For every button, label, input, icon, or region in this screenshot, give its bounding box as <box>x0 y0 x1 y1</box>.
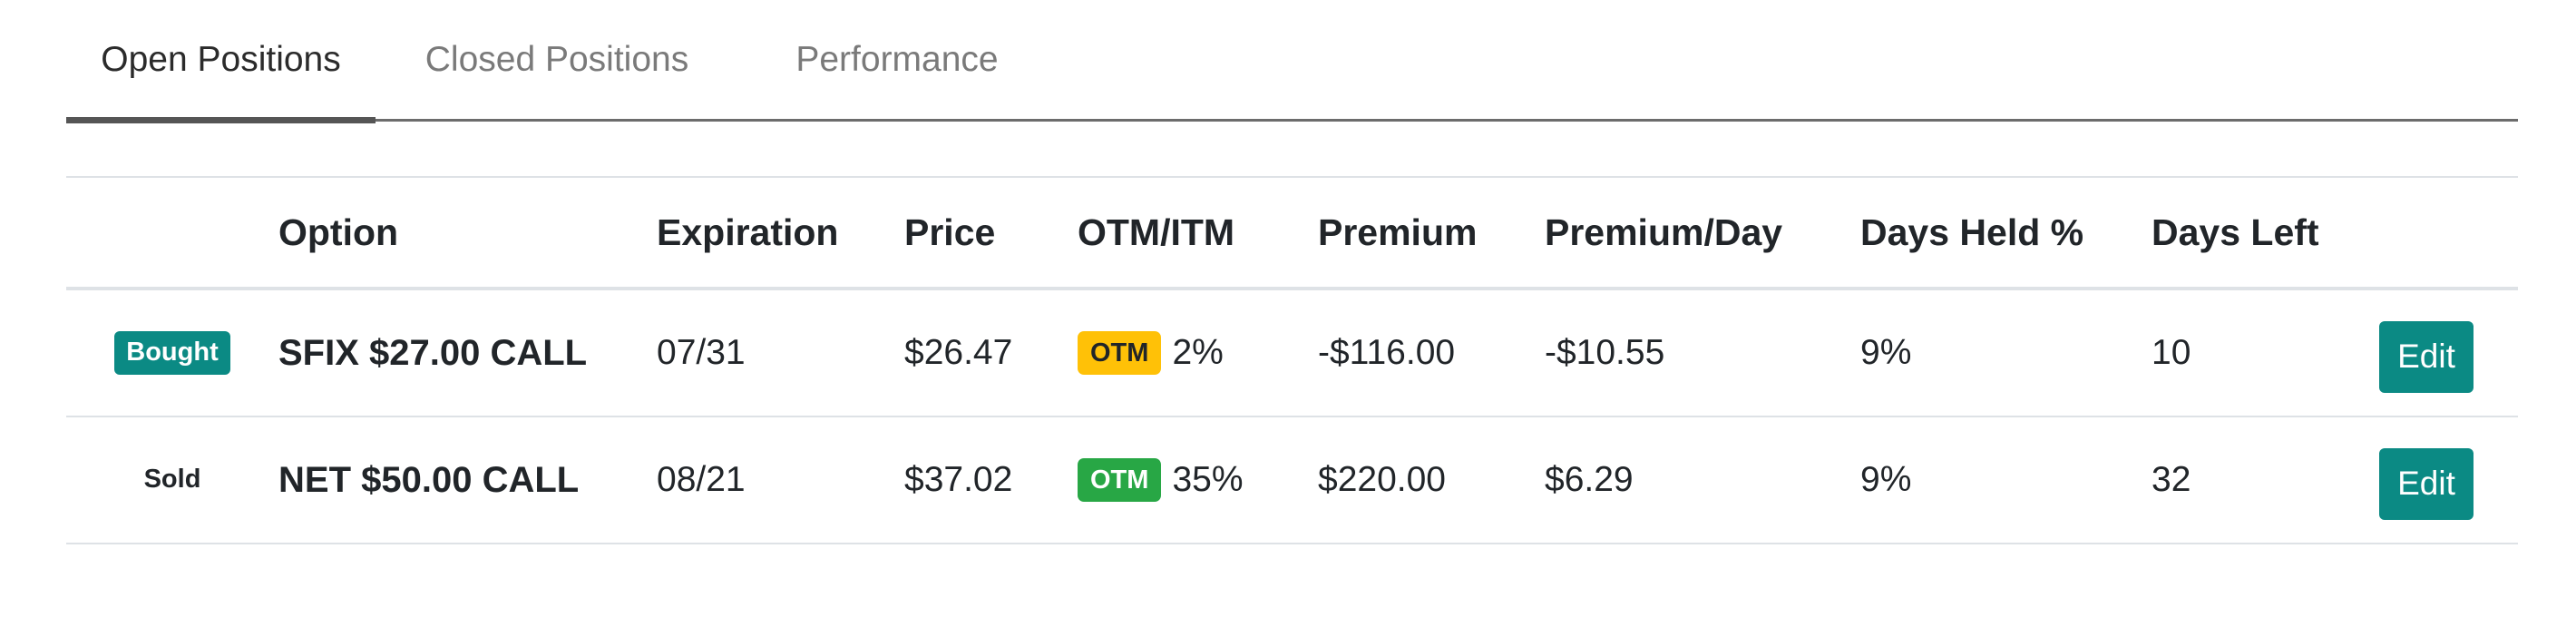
header-otm-itm: OTM/ITM <box>1078 211 1235 253</box>
days-held-pct-cell: 9% <box>1860 333 1912 372</box>
actions-cell: Edit <box>2379 417 2518 543</box>
tab-closed-positions[interactable]: Closed Positions <box>376 0 738 119</box>
price-cell: $37.02 <box>904 460 1013 499</box>
tab-performance[interactable]: Performance <box>738 0 1056 119</box>
side-cell: Bought <box>66 290 278 416</box>
days-held-pct-cell: 9% <box>1860 460 1912 499</box>
premium-per-day-cell: $6.29 <box>1545 460 1634 499</box>
header-option: Option <box>278 211 399 253</box>
moneyness-cell: OTM 2% <box>1078 290 1224 416</box>
position-tabs: Open Positions Closed Positions Performa… <box>66 0 2518 123</box>
edit-button[interactable]: Edit <box>2379 320 2474 393</box>
moneyness-badge: OTM <box>1078 458 1162 502</box>
header-side <box>66 178 278 287</box>
side-badge-sold: Sold <box>143 465 201 494</box>
premium-per-day-cell: -$10.55 <box>1545 333 1665 372</box>
option-name: NET $50.00 CALL <box>278 459 580 500</box>
header-days-left: Days Left <box>2152 211 2319 253</box>
option-cell: SFIX $27.00 CALL <box>278 290 587 416</box>
positions-table: Option Expiration Price OTM/ITM Premium … <box>66 176 2518 544</box>
price-cell: $26.47 <box>904 333 1013 372</box>
header-premium: Premium <box>1318 211 1478 253</box>
header-expiration: Expiration <box>657 211 839 253</box>
tab-open-positions[interactable]: Open Positions <box>66 0 376 123</box>
days-left-cell: 32 <box>2152 460 2191 499</box>
page: Open Positions Closed Positions Performa… <box>0 0 2576 627</box>
option-name: SFIX $27.00 CALL <box>278 332 588 373</box>
premium-cell: $220.00 <box>1318 460 1446 499</box>
side-badge-bought: Bought <box>114 331 230 375</box>
tab-closed-positions-label: Closed Positions <box>424 39 689 79</box>
header-days-held-pct: Days Held % <box>1860 211 2084 253</box>
edit-button[interactable]: Edit <box>2379 447 2474 520</box>
moneyness-percent: 2% <box>1172 333 1224 372</box>
expiration-cell: 08/21 <box>657 460 746 499</box>
table-row: Sold NET $50.00 CALL 08/21 $37.02 OTM 35… <box>66 417 2518 544</box>
header-actions <box>2379 178 2518 287</box>
active-tab-indicator <box>66 117 376 123</box>
side-cell: Sold <box>66 417 278 543</box>
table-header-row: Option Expiration Price OTM/ITM Premium … <box>66 176 2518 290</box>
table-row: Bought SFIX $27.00 CALL 07/31 $26.47 OTM… <box>66 290 2518 417</box>
moneyness-percent: 35% <box>1172 460 1244 499</box>
days-left-cell: 10 <box>2152 333 2191 372</box>
moneyness-cell: OTM 35% <box>1078 417 1244 543</box>
header-premium-per-day: Premium/Day <box>1545 211 1783 253</box>
option-cell: NET $50.00 CALL <box>278 417 579 543</box>
expiration-cell: 07/31 <box>657 333 746 372</box>
premium-cell: -$116.00 <box>1318 333 1456 372</box>
header-price: Price <box>904 211 996 253</box>
actions-cell: Edit <box>2379 290 2518 416</box>
moneyness-badge: OTM <box>1078 331 1162 375</box>
tab-performance-label: Performance <box>795 39 999 79</box>
tab-open-positions-label: Open Positions <box>101 39 341 79</box>
